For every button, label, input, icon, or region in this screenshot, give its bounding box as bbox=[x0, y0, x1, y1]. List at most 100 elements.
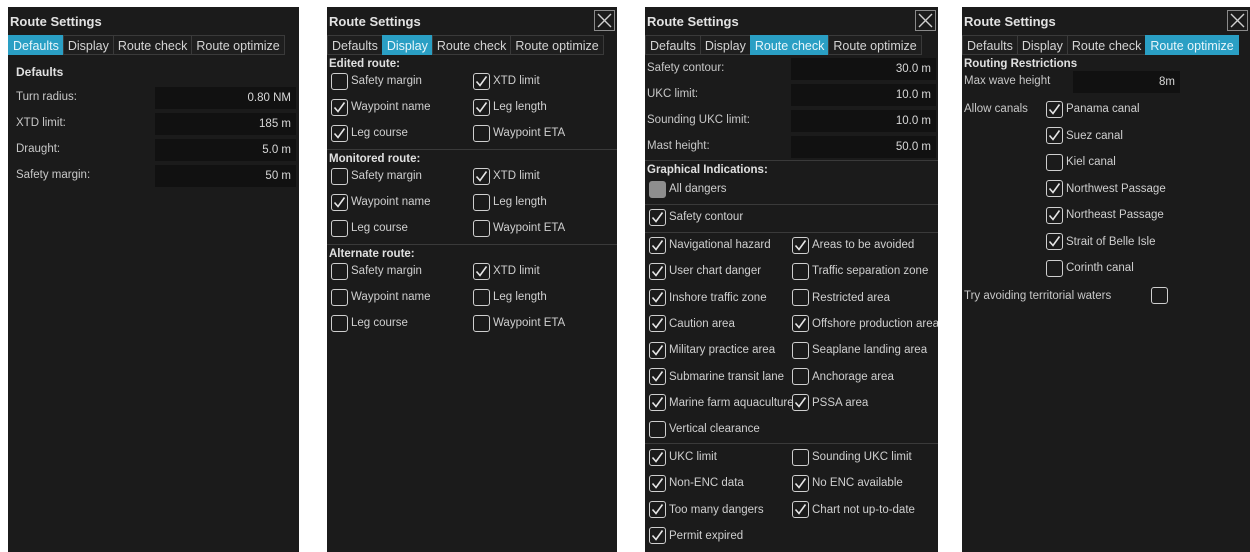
checkbox-military-practice-area[interactable]: Military practice area bbox=[649, 339, 775, 361]
checkbox-corinth-canal[interactable]: Corinth canal bbox=[1046, 257, 1134, 279]
checkbox-safety-margin[interactable]: Safety margin bbox=[331, 260, 422, 282]
tab-display[interactable]: Display bbox=[381, 35, 433, 55]
checkbox-box[interactable] bbox=[649, 368, 666, 385]
checkbox-box[interactable] bbox=[331, 288, 348, 306]
checkbox-offshore-production-area[interactable]: Offshore production area bbox=[792, 313, 938, 335]
checkbox-panama-canal[interactable]: Panama canal bbox=[1046, 98, 1140, 120]
checkbox-permit-expired[interactable]: Permit expired bbox=[649, 525, 743, 547]
checkbox-box[interactable] bbox=[473, 124, 490, 142]
checkbox-box[interactable] bbox=[649, 236, 666, 254]
checkbox-box[interactable] bbox=[331, 72, 348, 90]
tab-route-check[interactable]: Route check bbox=[112, 35, 193, 55]
close-button[interactable] bbox=[915, 10, 936, 31]
checkbox-box[interactable] bbox=[1046, 180, 1063, 197]
checkbox-box[interactable] bbox=[1046, 127, 1063, 144]
checkbox-box[interactable] bbox=[792, 262, 809, 280]
tab-route-optimize[interactable]: Route optimize bbox=[191, 35, 285, 55]
checkbox-box[interactable] bbox=[331, 262, 348, 280]
tab-route-optimize[interactable]: Route optimize bbox=[828, 35, 922, 55]
checkbox-xtd-limit[interactable]: XTD limit bbox=[473, 260, 540, 282]
checkbox-strait-of-belle-isle[interactable]: Strait of Belle Isle bbox=[1046, 231, 1155, 253]
checkbox-box[interactable] bbox=[649, 501, 666, 519]
checkbox-box[interactable] bbox=[1046, 206, 1063, 224]
checkbox-box[interactable] bbox=[649, 394, 666, 412]
checkbox-waypoint-eta[interactable]: Waypoint ETA bbox=[473, 217, 565, 239]
checkbox-too-many-dangers[interactable]: Too many dangers bbox=[649, 499, 764, 521]
checkbox-waypoint-eta[interactable]: Waypoint ETA bbox=[473, 312, 565, 334]
checkbox-box[interactable] bbox=[649, 289, 666, 307]
checkbox-all-dangers[interactable]: All dangers bbox=[649, 178, 727, 200]
tab-route-check[interactable]: Route check bbox=[431, 35, 512, 55]
checkbox-xtd-limit[interactable]: XTD limit bbox=[473, 70, 540, 92]
mast-height-input[interactable]: 50.0 m bbox=[791, 136, 936, 158]
safety-margin-input[interactable]: 50 m bbox=[155, 165, 296, 187]
checkbox-seaplane-landing-area[interactable]: Seaplane landing area bbox=[792, 339, 927, 361]
checkbox-suez-canal[interactable]: Suez canal bbox=[1046, 125, 1123, 147]
checkbox-safety-contour[interactable]: Safety contour bbox=[649, 206, 743, 228]
checkbox-box[interactable] bbox=[792, 341, 809, 359]
checkbox-box[interactable] bbox=[649, 420, 666, 438]
checkbox-user-chart-danger[interactable]: User chart danger bbox=[649, 260, 761, 282]
checkbox-box[interactable] bbox=[792, 236, 809, 254]
checkbox-box[interactable] bbox=[792, 501, 809, 519]
checkbox-box[interactable] bbox=[649, 208, 666, 226]
checkbox-box[interactable] bbox=[649, 341, 666, 359]
checkbox-vertical-clearance[interactable]: Vertical clearance bbox=[649, 418, 760, 440]
checkbox-marine-farm-aquaculture[interactable]: Marine farm aquaculture bbox=[649, 392, 794, 414]
tab-route-optimize[interactable]: Route optimize bbox=[1145, 35, 1239, 55]
close-button[interactable] bbox=[1227, 10, 1248, 31]
checkbox-navigational-hazard[interactable]: Navigational hazard bbox=[649, 234, 771, 256]
checkbox-leg-length[interactable]: Leg length bbox=[473, 96, 547, 118]
checkbox-safety-margin[interactable]: Safety margin bbox=[331, 70, 422, 92]
checkbox-box[interactable] bbox=[792, 474, 809, 492]
tab-defaults[interactable]: Defaults bbox=[8, 35, 64, 55]
checkbox-box[interactable] bbox=[649, 262, 666, 280]
checkbox-box[interactable] bbox=[473, 219, 490, 237]
checkbox-box[interactable] bbox=[1046, 100, 1063, 118]
checkbox-pssa-area[interactable]: PSSA area bbox=[792, 392, 868, 414]
checkbox-box[interactable] bbox=[792, 394, 809, 412]
checkbox-sounding-ukc-limit[interactable]: Sounding UKC limit bbox=[792, 446, 912, 468]
checkbox-box[interactable] bbox=[331, 167, 348, 185]
checkbox-box[interactable] bbox=[792, 368, 809, 385]
tab-route-check[interactable]: Route check bbox=[749, 35, 830, 55]
checkbox-xtd-limit[interactable]: XTD limit bbox=[473, 165, 540, 187]
checkbox-no-enc-available[interactable]: No ENC available bbox=[792, 472, 903, 494]
checkbox-ukc-limit[interactable]: UKC limit bbox=[649, 446, 717, 468]
tab-defaults[interactable]: Defaults bbox=[327, 35, 383, 55]
checkbox-box[interactable] bbox=[792, 289, 809, 307]
checkbox-box[interactable] bbox=[473, 314, 490, 332]
tab-defaults[interactable]: Defaults bbox=[645, 35, 701, 55]
checkbox-box[interactable] bbox=[473, 193, 490, 211]
checkbox-box[interactable] bbox=[1046, 153, 1063, 171]
checkbox-box[interactable] bbox=[331, 219, 348, 237]
checkbox-box[interactable] bbox=[1046, 233, 1063, 250]
checkbox-box[interactable] bbox=[649, 474, 666, 492]
xtd-limit-input[interactable]: 185 m bbox=[155, 113, 296, 135]
checkbox-box[interactable] bbox=[649, 315, 666, 333]
tab-display[interactable]: Display bbox=[1016, 35, 1068, 55]
ukc-limit-input[interactable]: 10.0 m bbox=[791, 84, 936, 106]
checkbox-box[interactable] bbox=[792, 448, 809, 466]
checkbox-waypoint-name[interactable]: Waypoint name bbox=[331, 286, 430, 308]
checkbox-box[interactable] bbox=[331, 98, 348, 116]
checkbox-box[interactable] bbox=[792, 315, 809, 333]
checkbox-inshore-traffic-zone[interactable]: Inshore traffic zone bbox=[649, 287, 767, 309]
checkbox-northeast-passage[interactable]: Northeast Passage bbox=[1046, 204, 1164, 226]
checkbox-box[interactable] bbox=[473, 72, 490, 90]
checkbox-box[interactable] bbox=[473, 98, 490, 116]
checkbox-northwest-passage[interactable]: Northwest Passage bbox=[1046, 178, 1166, 200]
checkbox-non-enc-data[interactable]: Non-ENC data bbox=[649, 472, 744, 494]
checkbox-leg-length[interactable]: Leg length bbox=[473, 286, 547, 308]
tab-route-optimize[interactable]: Route optimize bbox=[510, 35, 604, 55]
checkbox-leg-course[interactable]: Leg course bbox=[331, 217, 408, 239]
checkbox-traffic-separation-zone[interactable]: Traffic separation zone bbox=[792, 260, 928, 282]
checkbox-anchorage-area[interactable]: Anchorage area bbox=[792, 366, 894, 388]
checkbox-box[interactable] bbox=[473, 167, 490, 185]
checkbox-caution-area[interactable]: Caution area bbox=[649, 313, 735, 335]
checkbox-waypoint-eta[interactable]: Waypoint ETA bbox=[473, 122, 565, 144]
checkbox-box[interactable] bbox=[473, 288, 490, 306]
checkbox-box[interactable] bbox=[649, 180, 666, 198]
checkbox-box[interactable] bbox=[331, 124, 348, 142]
draught-input[interactable]: 5.0 m bbox=[155, 139, 296, 161]
